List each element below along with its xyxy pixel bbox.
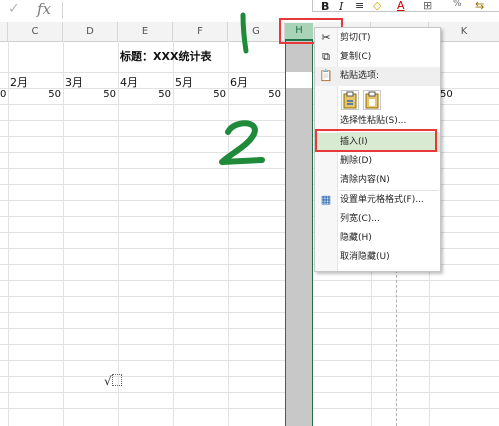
month-label: 2月 — [10, 76, 28, 89]
cell-value: 50 — [440, 89, 453, 100]
month-label: 6月 — [230, 76, 248, 89]
grid-line — [0, 360, 499, 361]
cell-value: 0 — [0, 89, 7, 100]
format-painter-icon[interactable]: ⇆ — [475, 0, 484, 12]
clipboard-icon: 📋 — [319, 69, 333, 82]
formula-separator — [62, 2, 63, 19]
menu-item-hide[interactable]: 隐藏(H) — [315, 229, 440, 248]
annotation-step-1 — [240, 12, 249, 54]
scissors-icon: ✂ — [321, 31, 331, 44]
bold-button[interactable]: B — [321, 0, 329, 13]
month-label: 3月 — [65, 76, 83, 89]
align-button[interactable]: ≡ — [355, 0, 364, 12]
grid-line — [0, 296, 499, 297]
grid-line — [228, 41, 229, 426]
month-label: 4月 — [120, 76, 138, 89]
grid-line — [0, 344, 499, 345]
menu-item-cut[interactable]: ✂ 剪切(T) — [315, 29, 440, 48]
menu-item-format-cells[interactable]: ▦ 设置单元格格式(F)... — [315, 191, 440, 210]
border-icon[interactable]: ⊞ — [423, 0, 432, 12]
check-icon[interactable]: ✓ — [8, 1, 20, 17]
grid-line — [173, 41, 174, 426]
grid-line — [0, 376, 499, 377]
paste-values-icon[interactable] — [363, 90, 381, 110]
cell-value: 50 — [213, 89, 226, 100]
grid-line — [0, 328, 499, 329]
paste-icon[interactable] — [341, 90, 359, 110]
percent-icon[interactable]: % — [453, 0, 462, 9]
highlight-box-insert — [315, 129, 437, 152]
cell-value: 50 — [158, 89, 171, 100]
active-cell[interactable] — [286, 72, 312, 88]
grid-line — [118, 41, 119, 426]
cell-value: 50 — [268, 89, 281, 100]
menu-item-column-width[interactable]: 列宽(C)... — [315, 210, 440, 229]
sheet-title: 标题：XXX统计表 — [120, 50, 212, 63]
function-icon[interactable]: fx — [37, 0, 51, 18]
menu-item-delete[interactable]: 删除(D) — [315, 152, 440, 171]
page-break-line — [396, 265, 397, 426]
menu-heading-paste-options: 📋 粘贴选项: — [315, 67, 440, 86]
column-header-e[interactable]: E — [118, 22, 173, 41]
grid-line — [0, 280, 499, 281]
month-label: 5月 — [175, 76, 193, 89]
grid-line — [0, 408, 499, 409]
italic-button[interactable]: I — [339, 0, 343, 13]
menu-item-copy[interactable]: ⧉ 复制(C) — [315, 48, 440, 67]
column-header-c[interactable]: C — [8, 22, 63, 41]
fill-color-icon[interactable]: ◇ — [373, 0, 381, 12]
menu-item-unhide[interactable]: 取消隐藏(U) — [315, 248, 440, 267]
format-cells-icon: ▦ — [320, 193, 332, 206]
grid-line — [0, 392, 499, 393]
column-header-f[interactable]: F — [173, 22, 228, 41]
grid-line — [8, 41, 9, 426]
column-header-b[interactable] — [0, 22, 8, 41]
mini-toolbar: B I ≡ ◇ A ⊞ % ⇆ — [312, 0, 499, 13]
font-color-icon[interactable]: A — [397, 0, 405, 12]
cell-value: 50 — [48, 89, 61, 100]
sqrt-symbol: √ — [104, 374, 122, 388]
copy-icon: ⧉ — [322, 50, 330, 63]
grid-line — [63, 41, 64, 426]
column-header-d[interactable]: D — [63, 22, 118, 41]
selected-column-h[interactable] — [285, 41, 313, 426]
menu-item-clear-contents[interactable]: 清除内容(N) — [315, 171, 440, 190]
grid-line — [0, 312, 499, 313]
cell-value: 50 — [103, 89, 116, 100]
annotation-step-2 — [219, 120, 265, 165]
